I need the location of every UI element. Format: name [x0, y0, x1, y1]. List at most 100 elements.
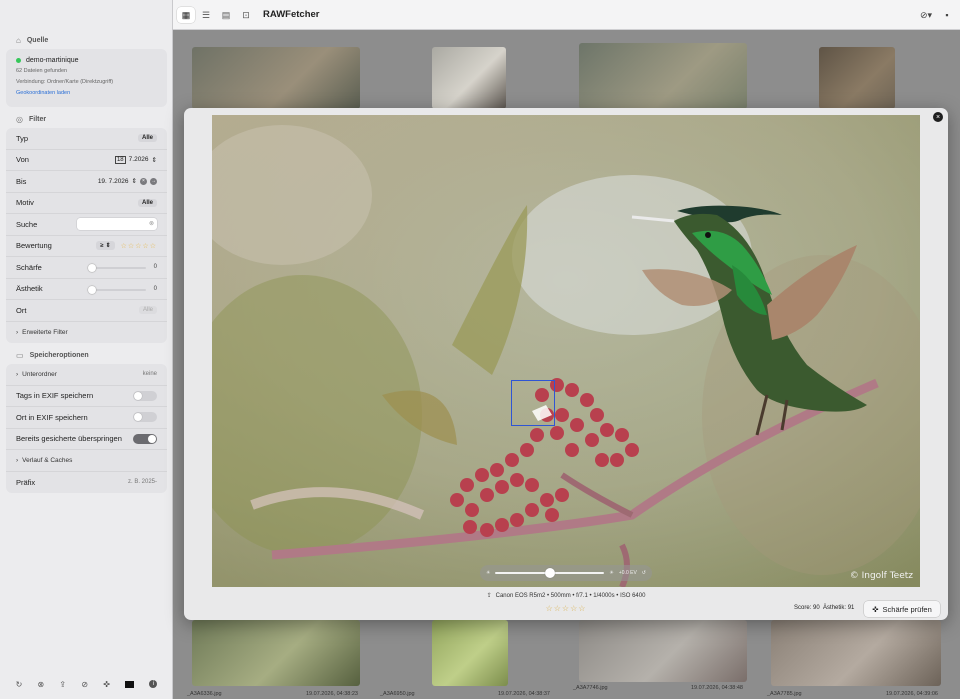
chevron-right-icon: › — [16, 328, 19, 336]
image-icon[interactable]: ▤ — [217, 7, 235, 23]
thumbnail-date: 19.07.2026, 04:38:23 — [306, 691, 358, 697]
thumbnail[interactable] — [579, 620, 747, 682]
filter-icon: ◎ — [16, 114, 23, 124]
filter-card: Typ Alle Von 18 7.2026 ⇕ Bis 19. 7.2026 ⇕ × →… — [6, 128, 167, 343]
slider-knob[interactable] — [88, 285, 96, 294]
filter-motiv-row: Motiv Alle — [6, 193, 167, 214]
chat-icon[interactable]: ▪ — [941, 8, 953, 22]
filter-von-row: Von 18 7.2026 ⇕ — [6, 150, 167, 171]
thumbnail-date: 19.07.2026, 04:38:37 — [498, 691, 550, 697]
check-sharpness-button[interactable]: ✜ Schärfe prüfen — [864, 601, 940, 617]
exposure-value: +0.0 EV — [618, 570, 637, 576]
motiv-select[interactable]: Alle — [137, 198, 157, 207]
list-icon[interactable]: ☰ — [197, 7, 215, 23]
slider-knob[interactable] — [88, 264, 96, 272]
prefix-row: Präfix z. B. 2025- — [16, 477, 157, 487]
folder-icon: ▭ — [16, 350, 24, 360]
filter-ort-row: Ort Alle — [6, 300, 167, 322]
score-readout: Score: 90 Ästhetik: 91 — [794, 605, 855, 611]
square-icon[interactable] — [125, 680, 135, 688]
thumbnail[interactable] — [432, 620, 508, 686]
share-icon[interactable]: ⇪ — [487, 593, 492, 599]
subfolder-value: keine — [142, 371, 157, 378]
thumbnail-date: 19.07.2026, 04:38:48 — [691, 685, 743, 691]
cancel-icon[interactable]: ⊗ — [38, 680, 45, 689]
connection-info: Verbindung: Ordner/Karte (Direktzugriff) — [16, 79, 114, 85]
filter-aesthetik-row: Ästhetik 0 — [6, 279, 167, 300]
stepper-icon[interactable]: ⇕ — [152, 156, 157, 164]
filter-heading: ◎ Filter — [16, 114, 47, 124]
info-icon[interactable]: i — [149, 680, 158, 688]
ort-exif-row: Ort in EXIF speichern — [6, 407, 167, 429]
filter-typ-row: Typ Alle — [6, 128, 167, 150]
exposure-knob[interactable] — [544, 568, 555, 578]
reset-icon[interactable]: → — [150, 177, 157, 185]
hummingbird-photo — [212, 115, 920, 587]
thumbnail[interactable] — [192, 47, 360, 109]
thumbnail-filename: _A3A7785.jpg — [767, 691, 802, 697]
view-mode-segmented: ▦ ☰ ▤ ⊡ — [177, 7, 257, 23]
rating-operator-select[interactable]: ≥ ⇕ — [96, 241, 115, 251]
close-icon[interactable]: × — [933, 112, 943, 122]
history-row[interactable]: › Verlauf & Caches — [6, 450, 167, 472]
drive-icon: ⌂ — [16, 35, 21, 45]
ort-exif-toggle[interactable] — [133, 412, 157, 423]
advanced-filter-row[interactable]: › Erweiterte Filter — [6, 322, 167, 344]
clear-icon[interactable]: × — [140, 177, 147, 185]
search-input[interactable]: ⊗ — [77, 218, 157, 231]
app-title: RAWFetcher — [263, 9, 320, 20]
filter-bewertung-row: Bewertung ≥ ⇕ ☆☆☆☆☆ — [6, 236, 167, 257]
import-icon[interactable]: ⊡ — [237, 7, 255, 23]
source-heading: ⌂ Quelle — [16, 35, 49, 45]
filter-bis-row: Bis 19. 7.2026 ⇕ × → — [6, 171, 167, 193]
sharpness-slider[interactable] — [88, 264, 146, 272]
rating-stars[interactable]: ☆☆☆☆☆ — [121, 242, 157, 250]
crosshair-icon: ✜ — [872, 604, 879, 614]
sidebar: ⌂ Quelle demo-martinique 62 Dateien gefu… — [0, 0, 173, 699]
prefix-input[interactable]: z. B. 2025- — [128, 479, 157, 485]
thumbnail[interactable] — [579, 43, 747, 109]
thumbnail[interactable] — [192, 620, 360, 686]
aesthetic-slider[interactable] — [88, 285, 146, 294]
typ-select[interactable]: Alle — [137, 134, 157, 143]
thumbnail[interactable] — [432, 47, 506, 109]
chevron-right-icon: › — [16, 370, 19, 378]
focus-indicator — [511, 380, 555, 426]
ort-select[interactable]: Alle — [138, 306, 157, 315]
skip-saved-toggle[interactable] — [133, 433, 157, 444]
grid-icon[interactable]: ▦ — [177, 7, 195, 23]
reset-exposure-icon[interactable]: ↺ — [642, 570, 646, 576]
search-clear-icon[interactable]: ⊗ — [149, 220, 154, 227]
copyright-watermark: © Ingolf Teetz — [849, 571, 913, 581]
stepper-icon[interactable]: ⇕ — [132, 177, 137, 185]
filter-suche-row: Suche ⊗ — [6, 214, 167, 236]
export-icon[interactable]: ⇪ — [59, 680, 66, 689]
camera-info: ⇪ Canon EOS R5m2 • 500mm • f/7.1 • 1/4000… — [486, 593, 646, 599]
files-found: 62 Dateien gefunden — [16, 68, 68, 74]
check-menu-icon[interactable]: ⊘▾ — [918, 8, 934, 22]
thumbnail-filename: _A3A6950.jpg — [380, 691, 415, 697]
sun-small-icon: ☀ — [486, 570, 491, 576]
aesthetic-value: 0 — [153, 285, 157, 292]
compass-icon[interactable]: ⊘ — [81, 680, 88, 689]
thumbnail[interactable] — [819, 47, 895, 109]
bis-date-picker[interactable]: 19. 7.2026 — [98, 178, 129, 185]
thumbnail-filename: _A3A6336.jpg — [187, 691, 222, 697]
preview-photo[interactable]: ☀ ☀ +0.0 EV ↺ © Ingolf Teetz — [212, 115, 920, 587]
storage-card: › Unterordner keine Tags in EXIF speicher… — [6, 364, 167, 493]
thumbnail[interactable] — [771, 620, 941, 686]
exposure-slider[interactable] — [495, 568, 605, 578]
focus-icon[interactable]: ✜ — [103, 680, 110, 689]
tags-exif-row: Tags in EXIF speichern — [6, 386, 167, 407]
tags-exif-toggle[interactable] — [133, 390, 157, 401]
sharpness-value: 0 — [153, 264, 157, 271]
subfolder-row[interactable]: › Unterordner keine — [6, 364, 167, 386]
geo-load-link[interactable]: Geokoordinaten laden — [16, 88, 158, 99]
source-name: demo-martinique — [26, 57, 79, 64]
refresh-icon[interactable]: ↻ — [16, 680, 23, 689]
thumbnail-filename: _A3A7746.jpg — [573, 685, 608, 691]
von-date-picker[interactable]: 18 7.2026 ⇕ — [114, 155, 157, 164]
sun-large-icon: ☀ — [609, 570, 614, 576]
storage-heading: ▭ Speicheroptionen — [16, 350, 89, 360]
source-card: demo-martinique 62 Dateien gefunden Verb… — [6, 49, 167, 107]
